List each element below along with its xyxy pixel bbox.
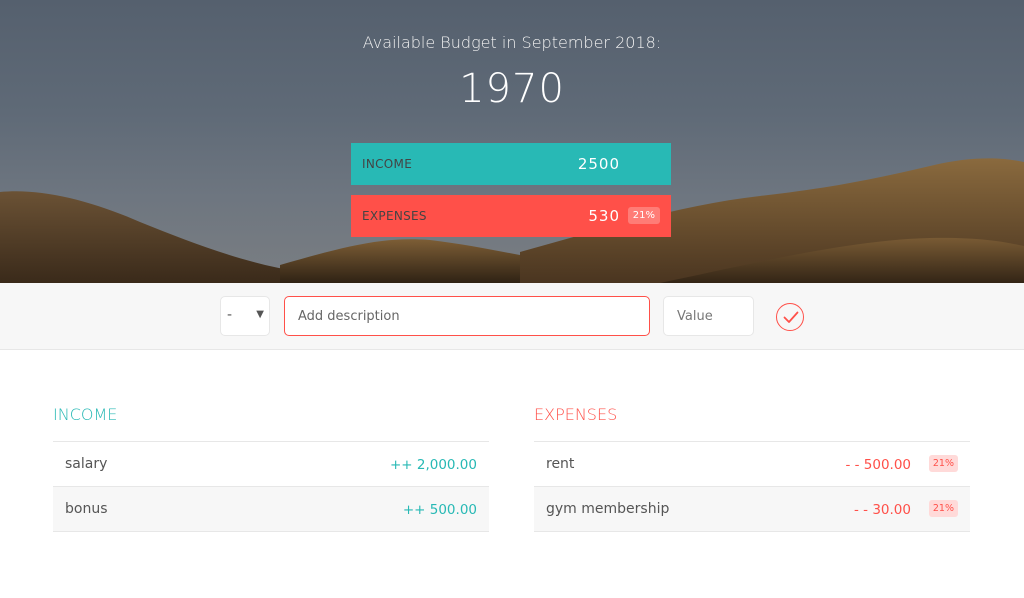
income-item[interactable]: salary ++ 2,000.00 [53, 442, 489, 487]
expenses-summary: EXPENSES 530 21% [351, 195, 671, 237]
budget-value: 1970 [459, 66, 565, 112]
triangle-down-icon: ▼ [256, 309, 264, 320]
expenses-summary-value: 530 [588, 207, 620, 225]
income-summary: INCOME 2500 [351, 143, 671, 185]
expense-item[interactable]: gym membership - - 30.00 21% [534, 487, 970, 532]
value-input[interactable] [663, 296, 754, 336]
expense-item-amount: - - 500.00 [845, 457, 911, 473]
expense-item-percentage: 21% [928, 500, 958, 517]
income-item-description: bonus [65, 501, 108, 517]
expense-item-amount: - - 30.00 [854, 502, 911, 518]
income-list: INCOME salary ++ 2,000.00 bonus ++ 500.0… [53, 405, 489, 532]
income-item-description: salary [65, 456, 108, 472]
description-input[interactable] [284, 296, 650, 336]
add-item-bar: - ▼ [0, 283, 1024, 350]
income-item-amount: ++ 500.00 [402, 502, 477, 518]
budget-header: Available Budget in September 2018: 1970… [0, 0, 1024, 283]
income-summary-label: INCOME [362, 157, 413, 171]
income-item[interactable]: bonus ++ 500.00 [53, 487, 489, 532]
income-summary-percentage-placeholder [628, 155, 660, 173]
add-item-button[interactable] [776, 303, 804, 331]
expenses-summary-percentage: 21% [627, 207, 660, 224]
type-select[interactable]: - ▼ [220, 296, 270, 336]
expense-item-percentage: 21% [928, 455, 958, 472]
income-list-title: INCOME [53, 405, 489, 442]
expense-item-description: rent [546, 456, 575, 472]
expense-item-description: gym membership [546, 501, 670, 517]
budget-title: Available Budget in September 2018: [362, 33, 662, 52]
expense-item[interactable]: rent - - 500.00 21% [534, 442, 970, 487]
income-item-amount: ++ 2,000.00 [389, 457, 477, 473]
expenses-list-title: EXPENSES [534, 405, 970, 442]
type-select-value: - [227, 307, 233, 323]
checkmark-icon [783, 311, 799, 323]
income-summary-value: 2500 [577, 155, 620, 173]
expenses-summary-label: EXPENSES [362, 209, 427, 223]
expenses-list: EXPENSES rent - - 500.00 21% gym members… [534, 405, 970, 532]
